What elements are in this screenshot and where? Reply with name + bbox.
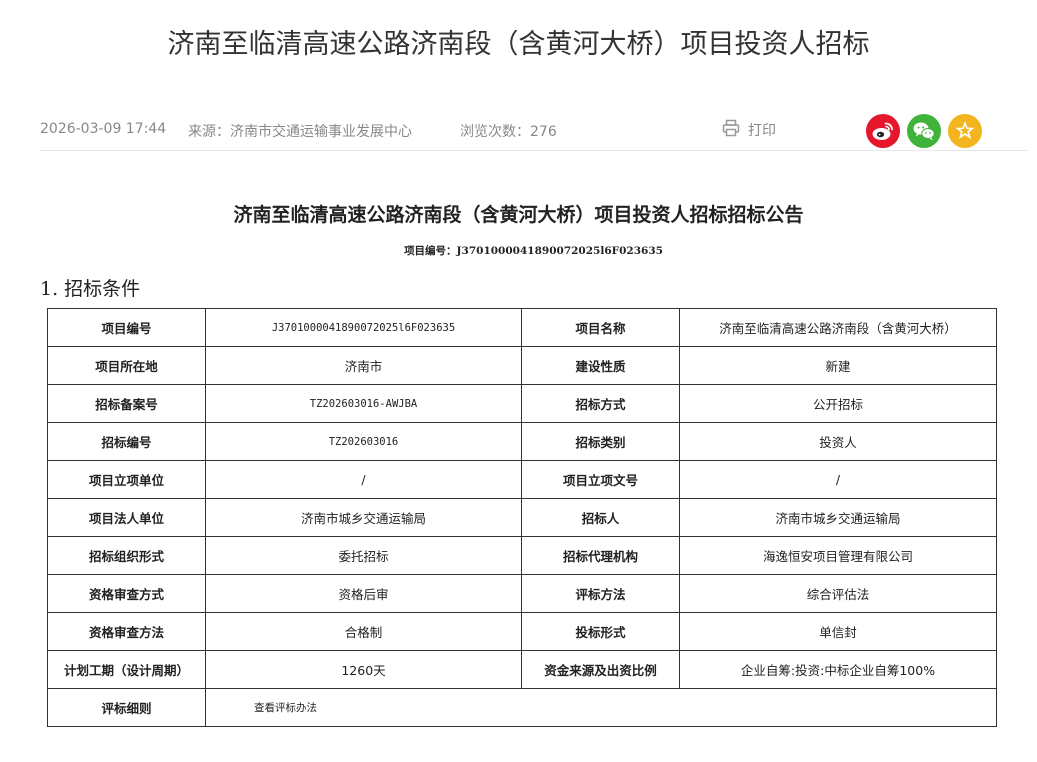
table-cell-value: 企业自筹:投资:中标企业自筹100% bbox=[679, 650, 997, 689]
table-cell-label: 项目立项单位 bbox=[47, 460, 206, 499]
table-cell-value: 济南至临清高速公路济南段（含黄河大桥） bbox=[679, 308, 997, 347]
page-title: 济南至临清高速公路济南段（含黄河大桥）项目投资人招标 bbox=[167, 29, 870, 60]
table-cell-value: 济南市 bbox=[205, 346, 522, 385]
table-row: 招标组织形式 委托招标 招标代理机构 海逸恒安项目管理有限公司 bbox=[47, 536, 997, 575]
view-count: 浏览次数：276 bbox=[460, 124, 557, 140]
table-row: 项目编号 J3701000041890072025l6F023635 项目名称 … bbox=[47, 308, 997, 347]
table-row: 项目立项单位 / 项目立项文号 / bbox=[47, 460, 997, 499]
star-icon bbox=[955, 121, 975, 139]
table-cell-value: 综合评估法 bbox=[679, 574, 997, 613]
view-evaluation-method-link[interactable]: 查看评标办法 bbox=[254, 702, 317, 714]
table-cell-value: TZ202603016-AWJBA bbox=[205, 384, 522, 423]
table-cell-value: 单信封 bbox=[679, 612, 997, 651]
table-cell-value: 合格制 bbox=[205, 612, 522, 651]
table-cell-label: 资格审查方法 bbox=[47, 612, 206, 651]
table-cell-value: 济南市城乡交通运输局 bbox=[205, 498, 522, 537]
table-cell-label: 评标方法 bbox=[521, 574, 680, 613]
table-cell-label: 招标代理机构 bbox=[521, 536, 680, 575]
print-label: 打印 bbox=[748, 123, 776, 139]
share-weibo-button[interactable] bbox=[866, 114, 900, 148]
article-source: 来源：济南市交通运输事业发展中心 bbox=[188, 124, 412, 140]
notice-project-number: 项目编号：J3701000041890072025l6F023635 bbox=[404, 245, 663, 257]
publish-date: 2026-03-09 17:44 bbox=[40, 121, 167, 137]
table-row: 项目所在地 济南市 建设性质 新建 bbox=[47, 346, 997, 385]
table-cell-label: 项目法人单位 bbox=[47, 498, 206, 537]
table-cell-value: J3701000041890072025l6F023635 bbox=[205, 308, 522, 347]
table-cell-label: 资金来源及出资比例 bbox=[521, 650, 680, 689]
wechat-icon bbox=[913, 122, 935, 140]
table-row: 计划工期（设计周期） 1260天 资金来源及出资比例 企业自筹:投资:中标企业自… bbox=[47, 650, 997, 689]
favorite-button[interactable] bbox=[948, 114, 982, 148]
article-meta-bar: 2026-03-09 17:44 来源：济南市交通运输事业发展中心 浏览次数：2… bbox=[40, 108, 1028, 151]
table-cell-value: 查看评标办法 bbox=[205, 688, 997, 727]
table-cell-label: 评标细则 bbox=[47, 688, 206, 727]
table-cell-label: 项目名称 bbox=[521, 308, 680, 347]
table-cell-value: 资格后审 bbox=[205, 574, 522, 613]
table-cell-label: 招标方式 bbox=[521, 384, 680, 423]
table-row: 资格审查方法 合格制 投标形式 单信封 bbox=[47, 612, 997, 651]
printer-icon bbox=[722, 119, 740, 137]
notice-title: 济南至临清高速公路济南段（含黄河大桥）项目投资人招标招标公告 bbox=[233, 204, 804, 226]
table-cell-label: 计划工期（设计周期） bbox=[47, 650, 206, 689]
table-cell-value: / bbox=[679, 460, 997, 499]
bidding-conditions-table: 项目编号 J3701000041890072025l6F023635 项目名称 … bbox=[47, 308, 997, 727]
table-cell-label: 项目所在地 bbox=[47, 346, 206, 385]
share-wechat-button[interactable] bbox=[907, 114, 941, 148]
table-cell-value: 公开招标 bbox=[679, 384, 997, 423]
table-cell-label: 招标编号 bbox=[47, 422, 206, 461]
table-cell-label: 建设性质 bbox=[521, 346, 680, 385]
table-cell-value: TZ202603016 bbox=[205, 422, 522, 461]
table-cell-label: 招标组织形式 bbox=[47, 536, 206, 575]
weibo-icon bbox=[872, 122, 893, 140]
table-cell-label: 资格审查方式 bbox=[47, 574, 206, 613]
table-cell-value: 海逸恒安项目管理有限公司 bbox=[679, 536, 997, 575]
table-row: 资格审查方式 资格后审 评标方法 综合评估法 bbox=[47, 574, 997, 613]
table-row: 招标编号 TZ202603016 招标类别 投资人 bbox=[47, 422, 997, 461]
table-cell-value: 投资人 bbox=[679, 422, 997, 461]
table-cell-value: 委托招标 bbox=[205, 536, 522, 575]
table-row: 评标细则 查看评标办法 bbox=[47, 688, 997, 727]
table-cell-value: / bbox=[205, 460, 522, 499]
table-cell-value: 1260天 bbox=[205, 650, 522, 689]
table-cell-value: 新建 bbox=[679, 346, 997, 385]
table-cell-label: 项目立项文号 bbox=[521, 460, 680, 499]
table-cell-label: 投标形式 bbox=[521, 612, 680, 651]
table-cell-value: 济南市城乡交通运输局 bbox=[679, 498, 997, 537]
table-cell-label: 招标人 bbox=[521, 498, 680, 537]
section-heading-bidding-conditions: 1. 招标条件 bbox=[40, 278, 141, 300]
table-cell-label: 招标类别 bbox=[521, 422, 680, 461]
table-row: 项目法人单位 济南市城乡交通运输局 招标人 济南市城乡交通运输局 bbox=[47, 498, 997, 537]
table-row: 招标备案号 TZ202603016-AWJBA 招标方式 公开招标 bbox=[47, 384, 997, 423]
table-cell-label: 招标备案号 bbox=[47, 384, 206, 423]
table-cell-label: 项目编号 bbox=[47, 308, 206, 347]
